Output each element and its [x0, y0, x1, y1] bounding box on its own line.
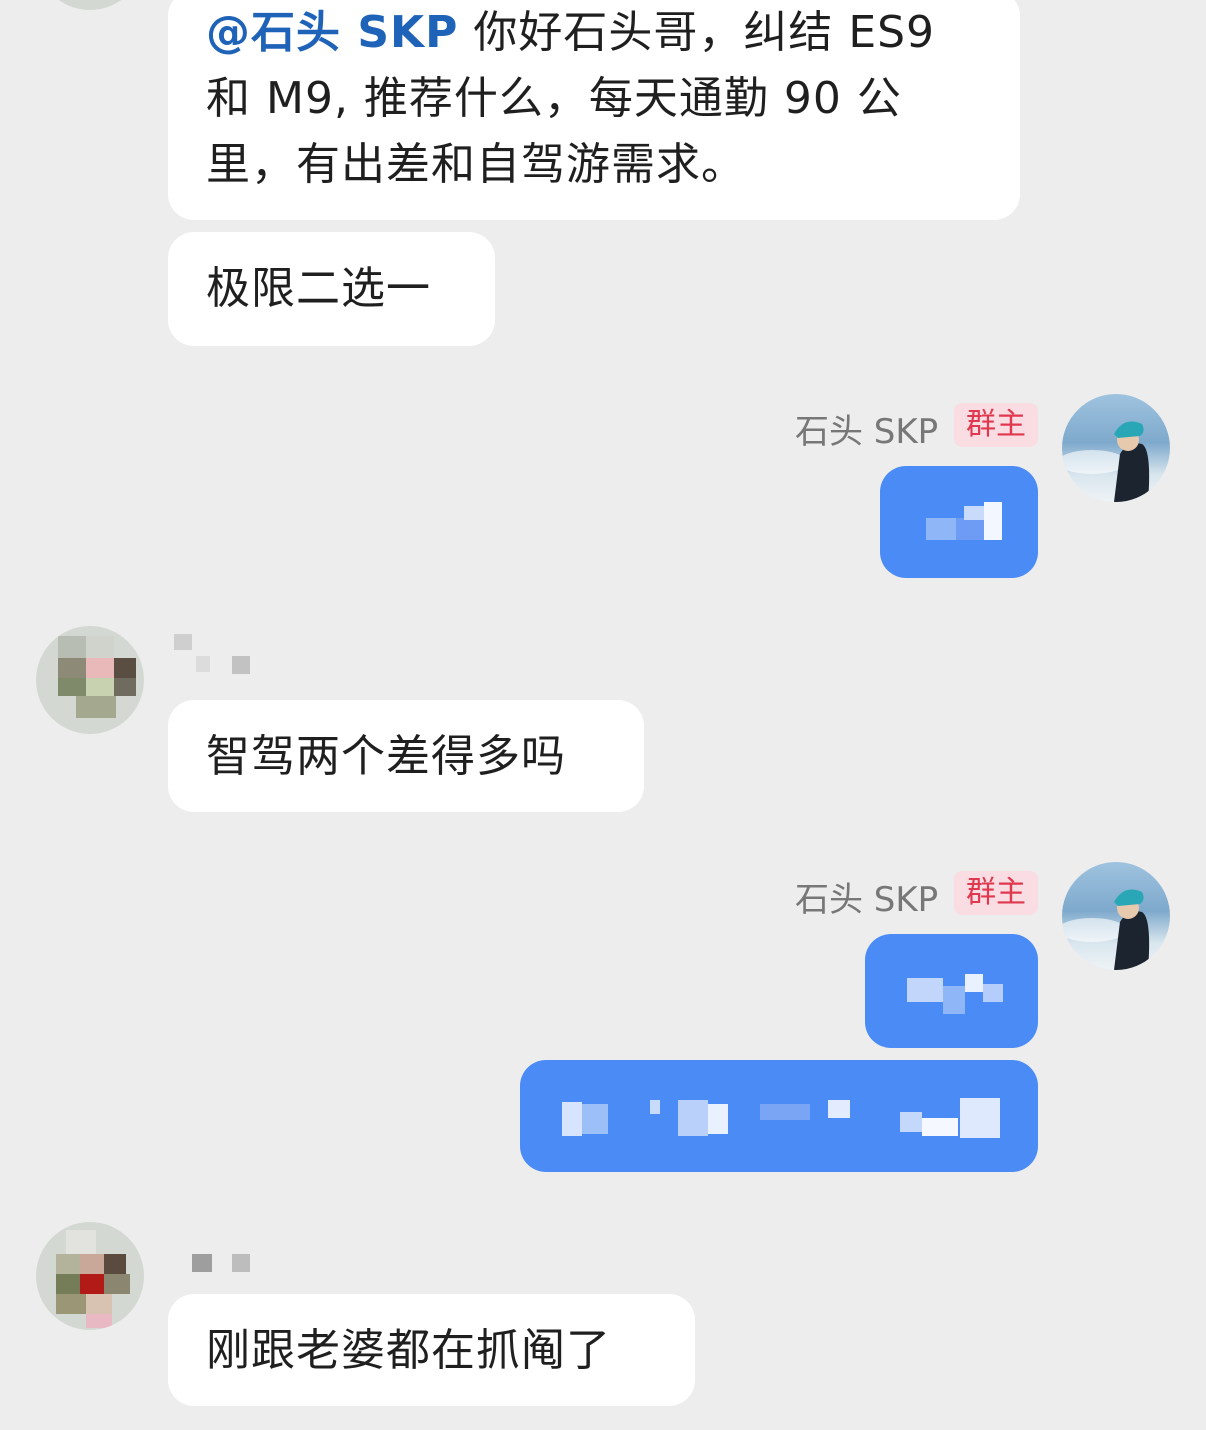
message-bubble-question[interactable]: @石头 SKP 你好石头哥，纠结 ES9 和 M9, 推荐什么，每天通勤 90 … — [168, 0, 1020, 220]
reply-bubble-2[interactable] — [865, 934, 1038, 1048]
avatar-photo-person-icon — [1062, 421, 1150, 502]
message-line-2: 和 M9, 推荐什么，每天通勤 90 公 — [206, 73, 902, 124]
owner-avatar-icon[interactable] — [1062, 394, 1170, 502]
member-avatar[interactable] — [36, 0, 144, 10]
group-owner-badge: 群主 — [954, 403, 1038, 447]
message-bubble-lottery[interactable]: 刚跟老婆都在抓阄了 — [168, 1294, 695, 1406]
avatar-photo-person-icon — [1062, 889, 1150, 970]
sender-name-redacted — [192, 1254, 212, 1272]
message-text: 刚跟老婆都在抓阄了 — [206, 1325, 611, 1376]
reply-bubble-3[interactable] — [520, 1060, 1038, 1172]
member-avatar-icon[interactable] — [36, 626, 144, 734]
sender-name: 石头 SKP — [795, 880, 939, 920]
message-line-3: 里，有出差和自驾游需求。 — [206, 139, 746, 190]
mention-link[interactable]: @石头 SKP — [206, 7, 458, 58]
sender-name-redacted — [174, 634, 192, 650]
pixelated-text — [562, 1102, 582, 1136]
group-owner-badge: 群主 — [954, 871, 1038, 915]
message-bubble-choice[interactable]: 极限二选一 — [168, 232, 495, 346]
member-avatar-icon[interactable] — [36, 1222, 144, 1330]
reply-bubble-1[interactable] — [880, 466, 1038, 578]
message-line-1: @石头 SKP 你好石头哥，纠结 ES9 — [206, 7, 936, 58]
sender-name: 石头 SKP — [795, 412, 939, 452]
pixelated-text — [907, 978, 943, 1002]
message-bubble-smart-drive[interactable]: 智驾两个差得多吗 — [168, 700, 644, 812]
pixelated-text — [926, 518, 956, 540]
message-text: 极限二选一 — [206, 263, 431, 314]
owner-avatar-icon[interactable] — [1062, 862, 1170, 970]
message-text: 智驾两个差得多吗 — [206, 731, 566, 782]
